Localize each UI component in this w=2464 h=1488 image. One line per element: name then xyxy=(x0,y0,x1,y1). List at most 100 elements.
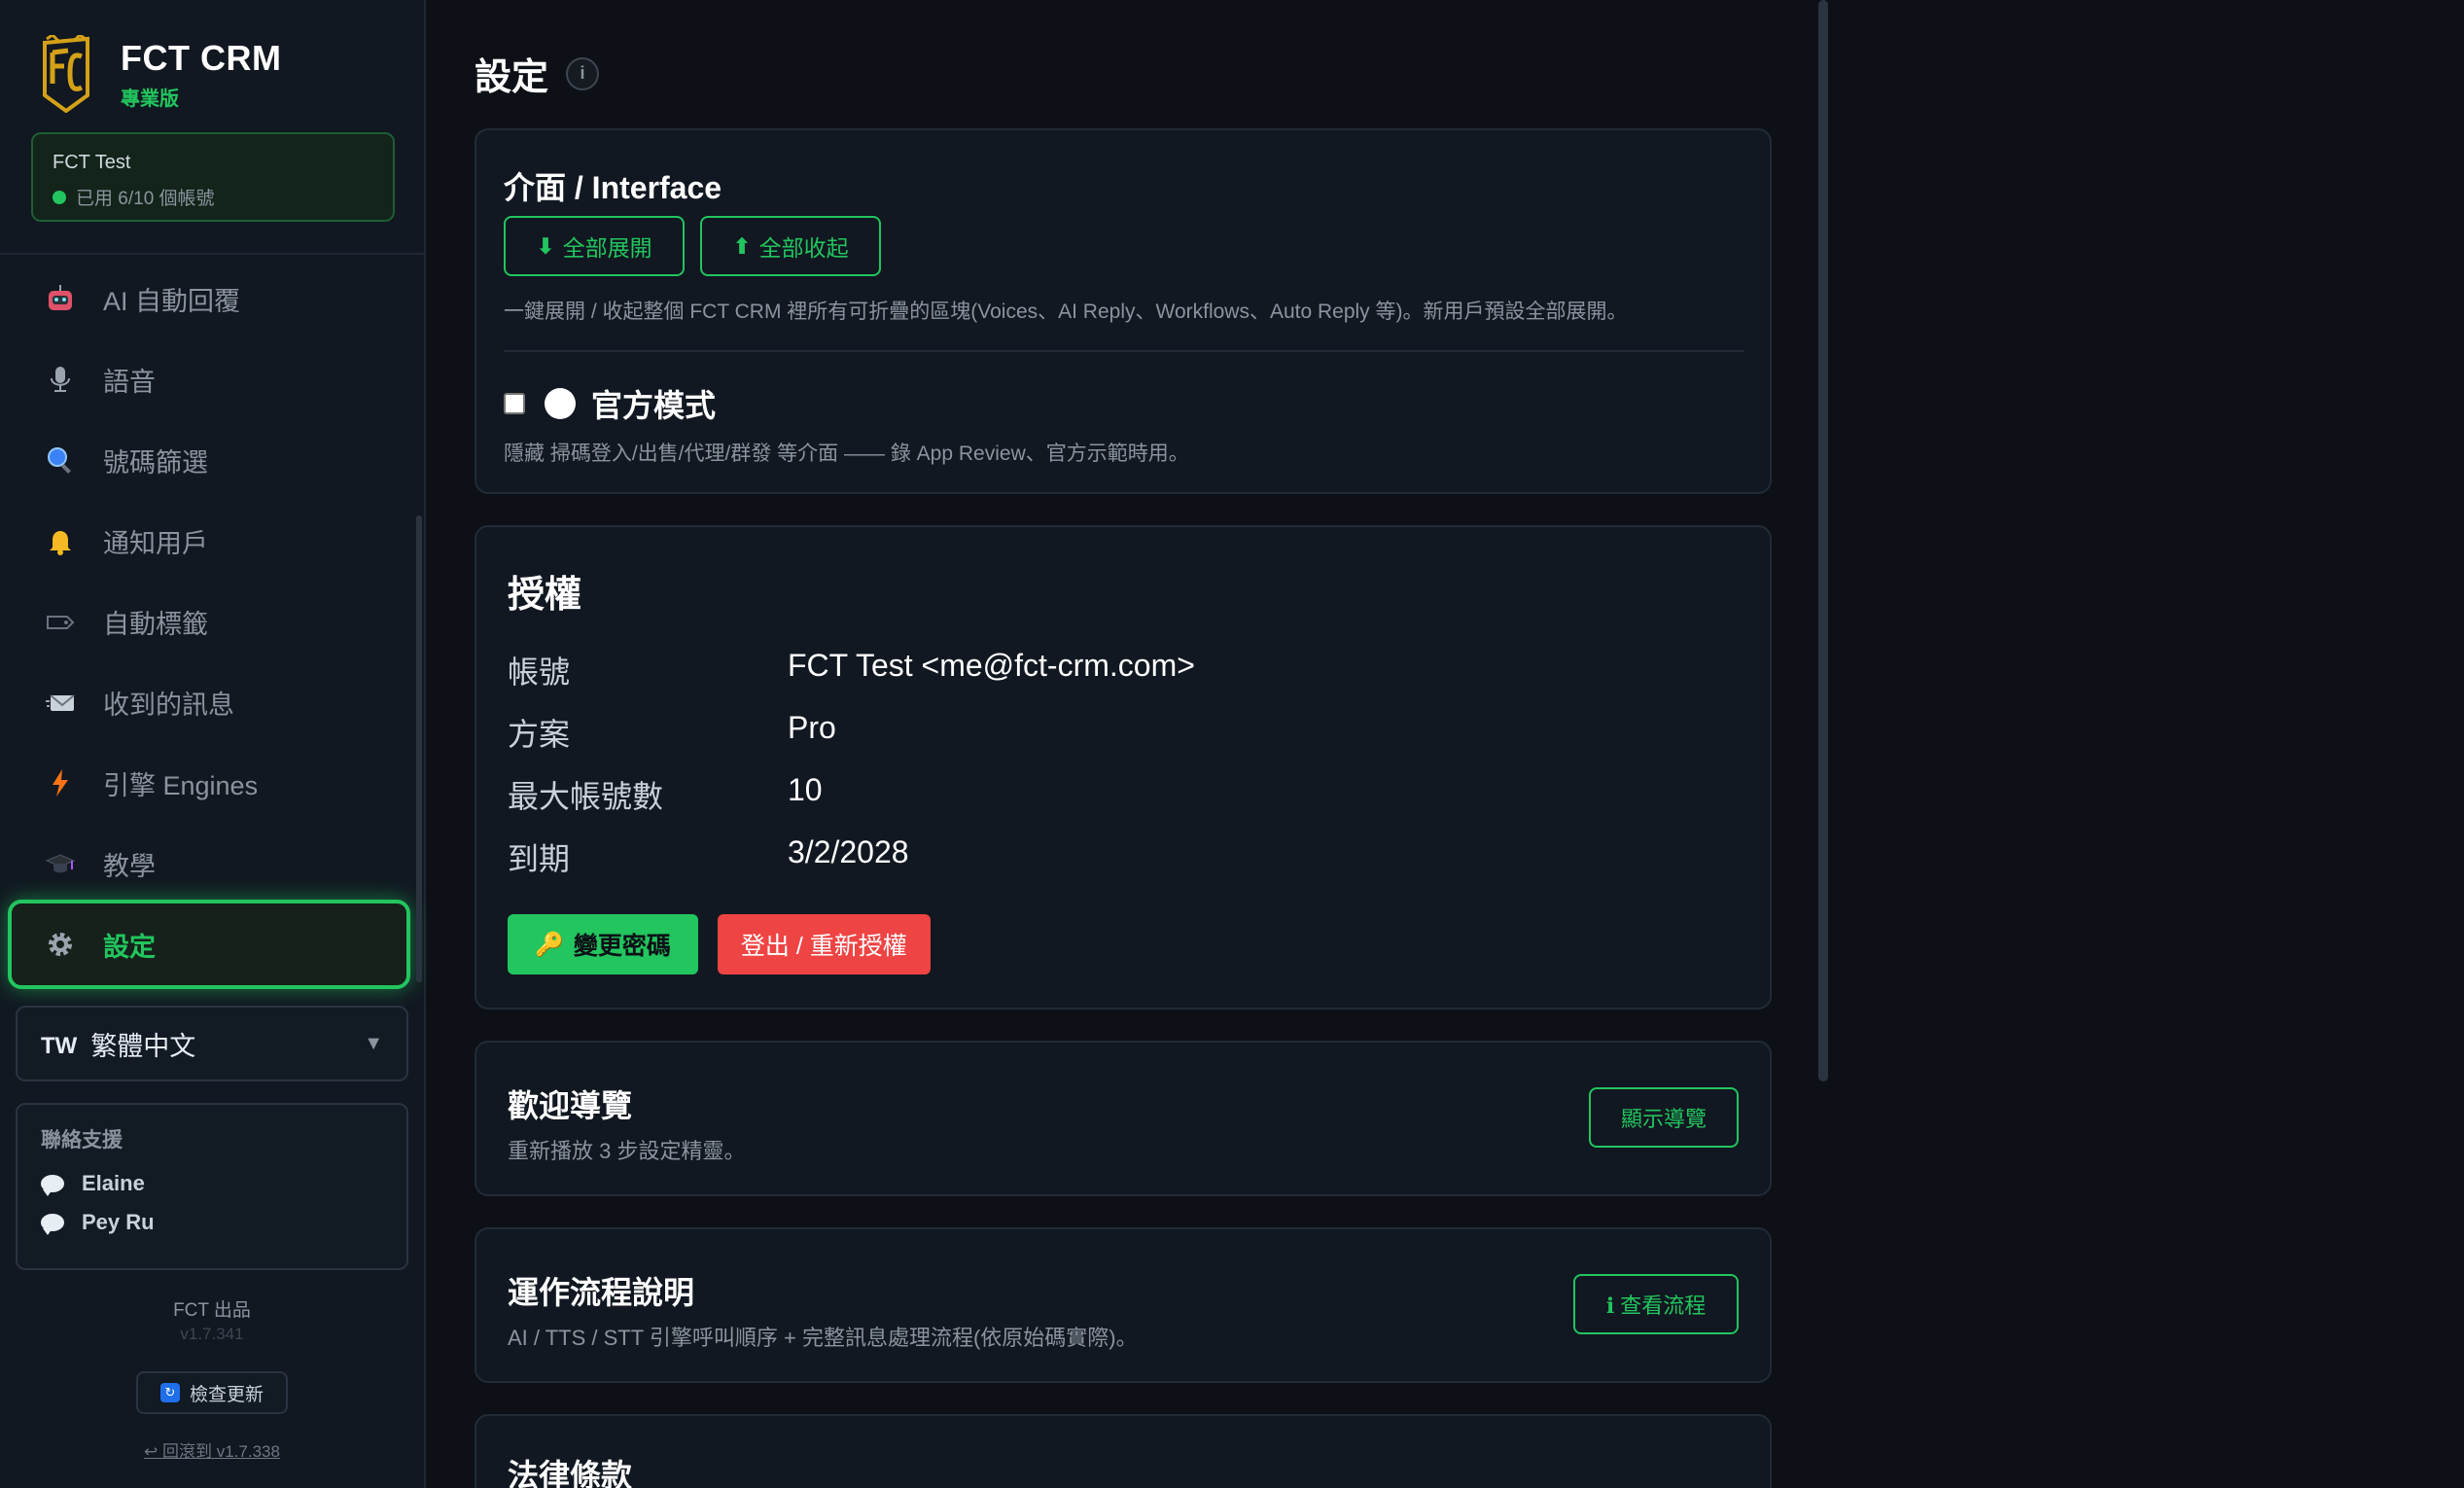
show-tour-button[interactable]: 顯示導覽 xyxy=(1589,1087,1739,1148)
check-update-button[interactable]: ↻ 檢查更新 xyxy=(136,1371,288,1414)
official-mode-checkbox[interactable] xyxy=(504,393,525,414)
gear-icon xyxy=(43,927,78,962)
footer-version: v1.7.341 xyxy=(180,1325,244,1343)
chevron-down-icon: ▼ xyxy=(364,1032,383,1054)
sidebar-item-label: AI 自動回覆 xyxy=(103,286,241,316)
rollback-link[interactable]: ↩ 回滾到 v1.7.338 xyxy=(0,1437,424,1462)
interface-card: 介面 / Interface ⬇ 全部展開 ⬆ 全部收起 一鍵展開 / 收起整個… xyxy=(475,128,1772,494)
support-contact-elaine[interactable]: Elaine xyxy=(41,1171,383,1196)
license-value: 10 xyxy=(788,772,823,807)
footer-by: FCT 出品 xyxy=(173,1300,251,1321)
key-icon: 🔑 xyxy=(535,931,564,958)
sidebar-item-label: 通知用戶 xyxy=(103,528,208,558)
sidebar-scrollbar[interactable] xyxy=(416,515,422,982)
sidebar-item-label: 號碼篩選 xyxy=(103,447,208,478)
logout-button[interactable]: 登出 / 重新授權 xyxy=(717,914,931,974)
account-box[interactable]: FCT Test 已用 6/10 個帳號 xyxy=(31,132,395,222)
license-title: 授權 xyxy=(508,575,582,616)
legal-title: 法律條款 xyxy=(508,1458,633,1488)
official-mode-label: 官方模式 xyxy=(591,388,717,423)
license-key: 最大帳號數 xyxy=(508,779,664,814)
sidebar-divider xyxy=(0,253,424,255)
license-key: 到期 xyxy=(508,841,571,876)
change-password-button[interactable]: 🔑 變更密碼 xyxy=(508,914,698,974)
sidebar: FCT CRM 專業版 FCT Test 已用 6/10 個帳號 AI 自動回覆… xyxy=(0,0,426,1488)
page-title-row: 設定 i xyxy=(475,47,600,100)
interface-buttons: ⬇ 全部展開 ⬆ 全部收起 xyxy=(504,216,881,276)
sidebar-item-auto-tag[interactable]: 自動標籤 xyxy=(16,585,408,657)
workflow-title: 運作流程說明 xyxy=(508,1275,695,1310)
support-contact-name: Pey Ru xyxy=(82,1210,155,1234)
brand-edition: 專業版 xyxy=(121,88,179,110)
arrow-down-icon: ⬇ xyxy=(536,232,555,259)
sidebar-item-label: 自動標籤 xyxy=(103,609,208,639)
info-icon[interactable]: i xyxy=(566,56,600,90)
license-card: 授權 帳號 FCT Test <me@fct-crm.com> 方案 Pro 最… xyxy=(475,525,1772,1010)
fct-logo-icon xyxy=(43,35,89,113)
language-code: TW xyxy=(41,1033,78,1059)
page-title: 設定 xyxy=(475,57,549,98)
sidebar-item-inbox[interactable]: 收到的訊息 xyxy=(16,666,408,738)
support-box: 聯絡支援 Elaine Pey Ru xyxy=(16,1103,408,1270)
workflow-desc: AI / TTS / STT 引擎呼叫順序 + 完整訊息處理流程(依原始碼實際)… xyxy=(508,1326,1138,1350)
bell-icon xyxy=(43,523,78,558)
sidebar-item-label: 設定 xyxy=(103,932,156,962)
support-title: 聯絡支援 xyxy=(41,1129,123,1151)
language-label: 繁體中文 xyxy=(90,1031,196,1061)
official-mode-desc: 隱藏 掃碼登入/出售/代理/群發 等介面 —— 錄 App Review、官方示… xyxy=(504,443,1189,465)
arrow-up-icon: ⬆ xyxy=(732,232,752,259)
support-contact-name: Elaine xyxy=(82,1171,145,1195)
language-select[interactable]: TW 繁體中文 ▼ xyxy=(16,1006,408,1081)
tour-title: 歡迎導覽 xyxy=(508,1088,633,1123)
brand: FCT CRM 專業版 xyxy=(39,35,281,113)
empty-area xyxy=(1828,0,2464,1488)
sidebar-item-label: 教學 xyxy=(103,851,156,881)
license-row-account: 帳號 FCT Test <me@fct-crm.com> xyxy=(508,648,1195,692)
circle-icon xyxy=(545,388,576,419)
interface-desc: 一鍵展開 / 收起整個 FCT CRM 裡所有可折疊的區塊(Voices、AI … xyxy=(504,301,1628,323)
inbox-icon xyxy=(43,685,78,720)
sidebar-item-ai-reply[interactable]: AI 自動回覆 xyxy=(16,263,408,335)
license-key: 帳號 xyxy=(508,655,571,690)
main-content: 設定 i 介面 / Interface ⬇ 全部展開 ⬆ 全部收起 一鍵展開 /… xyxy=(428,0,1828,1488)
workflow-card: 運作流程說明 AI / TTS / STT 引擎呼叫順序 + 完整訊息處理流程(… xyxy=(475,1227,1772,1383)
sidebar-item-number-filter[interactable]: 號碼篩選 xyxy=(16,424,408,496)
sidebar-item-label: 引擎 Engines xyxy=(103,770,259,800)
account-usage: 已用 6/10 個帳號 xyxy=(76,189,215,209)
chat-bubble-icon xyxy=(41,1175,64,1196)
license-key: 方案 xyxy=(508,717,571,752)
official-mode-row: 官方模式 xyxy=(504,381,716,426)
expand-all-label: 全部展開 xyxy=(562,235,652,261)
view-workflow-button[interactable]: ℹ 查看流程 xyxy=(1573,1274,1739,1334)
robot-icon xyxy=(43,281,78,316)
license-row-max-accounts: 最大帳號數 10 xyxy=(508,772,823,817)
refresh-icon: ↻ xyxy=(159,1383,180,1402)
change-password-label: 變更密碼 xyxy=(573,933,671,960)
collapse-all-button[interactable]: ⬆ 全部收起 xyxy=(700,216,881,276)
main-scrollbar[interactable] xyxy=(1818,0,1828,1081)
license-value: 3/2/2028 xyxy=(788,834,909,869)
magnifier-icon xyxy=(43,443,78,478)
collapse-all-label: 全部收起 xyxy=(758,235,849,261)
microphone-icon xyxy=(43,362,78,397)
sidebar-item-tutorial[interactable]: 教學 xyxy=(16,828,408,900)
graduation-cap-icon xyxy=(43,846,78,881)
license-buttons: 🔑 變更密碼 登出 / 重新授權 xyxy=(508,914,931,974)
tag-icon xyxy=(43,604,78,639)
legal-card: 法律條款 xyxy=(475,1414,1772,1488)
sidebar-item-notify-users[interactable]: 通知用戶 xyxy=(16,505,408,577)
license-value: FCT Test <me@fct-crm.com> xyxy=(788,648,1195,683)
license-value: Pro xyxy=(788,710,836,745)
account-usage-row: 已用 6/10 個帳號 xyxy=(53,184,373,210)
license-row-plan: 方案 Pro xyxy=(508,710,836,755)
sidebar-item-engines[interactable]: 引擎 Engines xyxy=(16,747,408,819)
expand-all-button[interactable]: ⬇ 全部展開 xyxy=(504,216,685,276)
sidebar-item-label: 語音 xyxy=(103,367,156,397)
support-contact-pey-ru[interactable]: Pey Ru xyxy=(41,1210,383,1235)
brand-title: FCT CRM xyxy=(121,37,282,78)
sidebar-item-settings[interactable]: 設定 xyxy=(8,900,410,989)
sidebar-item-voice[interactable]: 語音 xyxy=(16,343,408,415)
tour-desc: 重新播放 3 步設定精靈。 xyxy=(508,1139,746,1163)
sidebar-item-label: 收到的訊息 xyxy=(103,690,234,720)
check-update-label: 檢查更新 xyxy=(189,1384,264,1405)
